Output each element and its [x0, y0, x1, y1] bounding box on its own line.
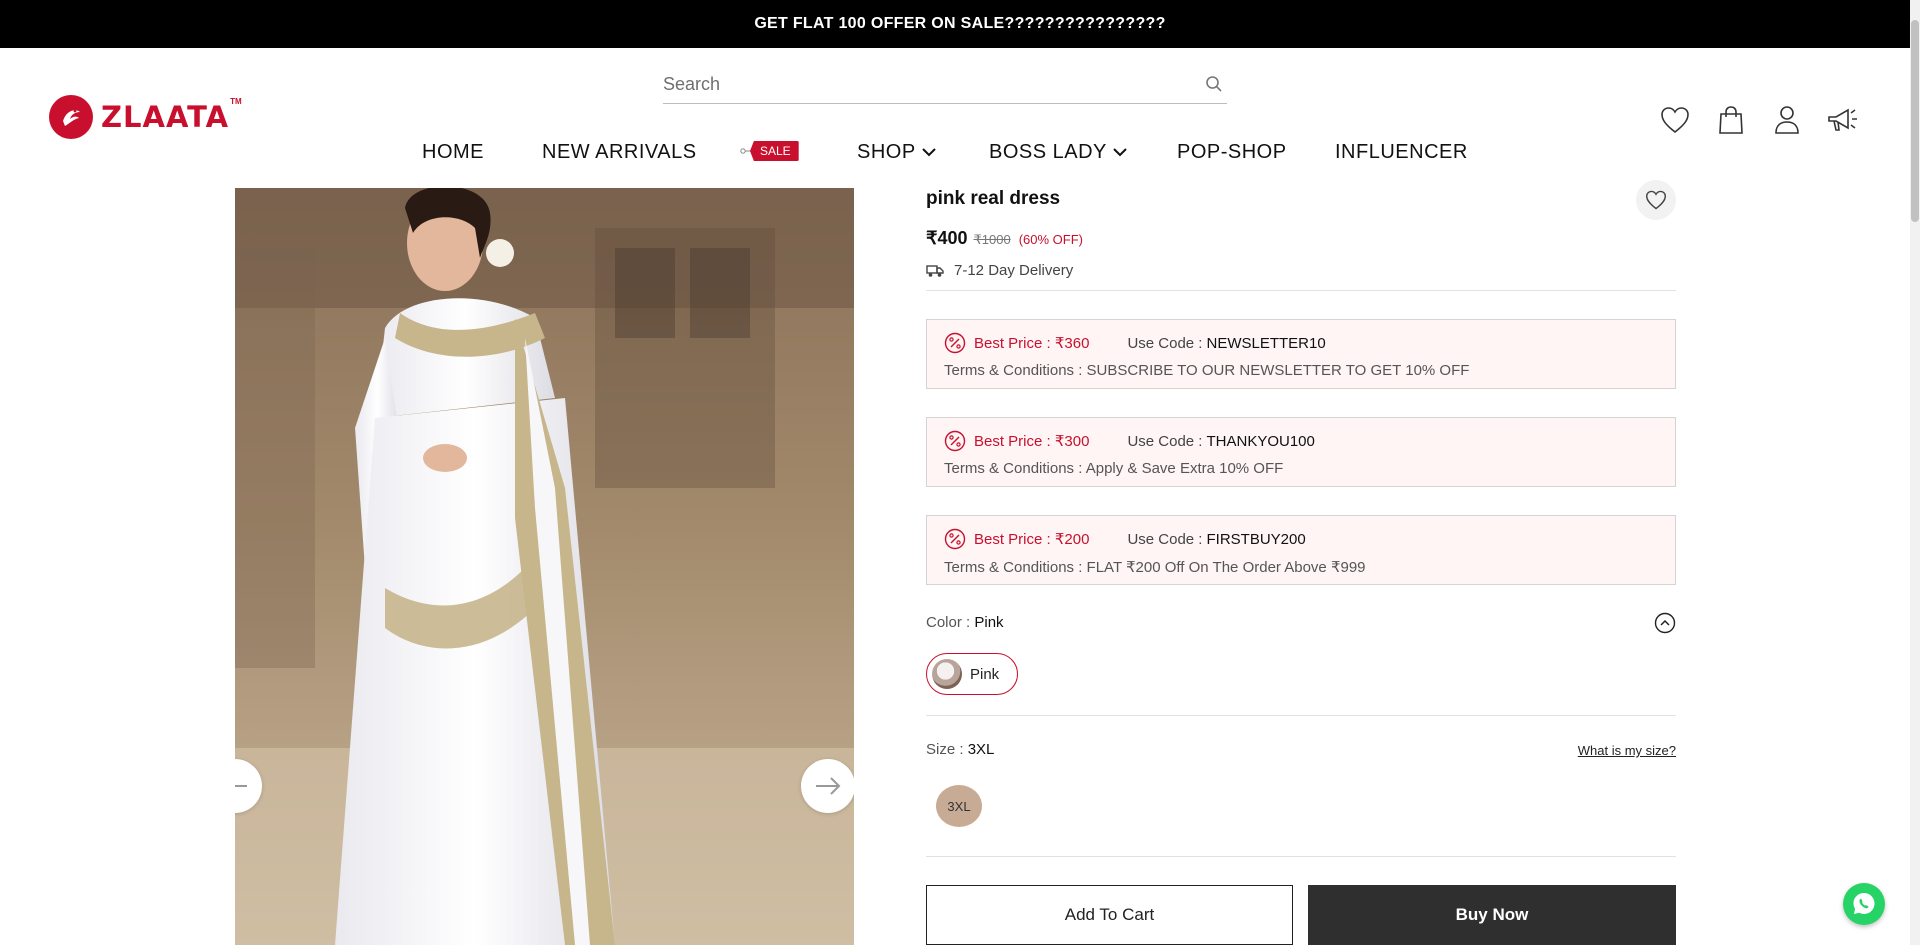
- nav-home-label: HOME: [422, 140, 484, 163]
- announcement-bar: GET FLAT 100 OFFER ON SALE??????????????…: [0, 0, 1920, 48]
- site-header: ZLAATA TM HOME NEW ARRIVALS SALE SHOP BO…: [0, 48, 1920, 188]
- nav-new-arrivals[interactable]: NEW ARRIVALS: [542, 134, 697, 170]
- size-option-3xl[interactable]: 3XL: [936, 785, 982, 827]
- nav-shop-label: SHOP: [857, 140, 916, 163]
- arrow-right-icon: [816, 777, 841, 795]
- nav-home[interactable]: HOME: [422, 134, 484, 170]
- divider: [926, 856, 1676, 857]
- shopping-bag-icon[interactable]: [1713, 102, 1749, 138]
- coupon-card[interactable]: Best Price : ₹360 Use Code : NEWSLETTER1…: [926, 319, 1676, 389]
- nav-influencer[interactable]: INFLUENCER: [1335, 134, 1468, 170]
- sale-badge: SALE: [750, 141, 799, 161]
- coupon-best-price: Best Price : ₹300: [974, 433, 1090, 450]
- product-gallery: [235, 188, 854, 945]
- selected-color: Pink: [974, 614, 1004, 631]
- discount-badge-icon: [944, 430, 966, 452]
- logo-mark-icon: [49, 95, 93, 139]
- coupon-header: Best Price : ₹300 Use Code : THANKYOU100: [944, 430, 1315, 452]
- logo[interactable]: ZLAATA TM: [49, 95, 242, 139]
- nav-sale[interactable]: SALE: [740, 141, 799, 161]
- scrollbar-thumb[interactable]: [1911, 20, 1919, 222]
- coupon-header: Best Price : ₹200 Use Code : FIRSTBUY200: [944, 528, 1306, 550]
- add-to-wishlist-button[interactable]: [1636, 180, 1676, 220]
- megaphone-icon[interactable]: [1825, 102, 1861, 138]
- coupon-best-price: Best Price : ₹200: [974, 531, 1090, 548]
- coupon-code[interactable]: FIRSTBUY200: [1206, 531, 1305, 548]
- announcement-text: GET FLAT 100 OFFER ON SALE??????????????…: [754, 15, 1166, 32]
- add-to-cart-button[interactable]: Add To Cart: [926, 885, 1293, 945]
- wishlist-icon[interactable]: [1657, 102, 1693, 138]
- coupon-best-price: Best Price : ₹360: [974, 335, 1090, 352]
- main-nav: HOME NEW ARRIVALS SALE SHOP BOSS LADY PO…: [0, 134, 1920, 174]
- delivery-truck-icon: [926, 264, 944, 277]
- selected-size: 3XL: [967, 741, 995, 758]
- product-image: [235, 188, 854, 945]
- delivery-info: 7-12 Day Delivery: [926, 262, 1073, 279]
- price-row: ₹400 ₹1000 (60% OFF): [926, 228, 1083, 249]
- divider: [926, 290, 1676, 291]
- search-bar: [663, 67, 1227, 104]
- original-price: ₹1000: [973, 232, 1011, 247]
- page-scrollbar[interactable]: [1910, 0, 1920, 945]
- nav-pop-shop[interactable]: POP-SHOP: [1177, 134, 1287, 170]
- coupon-card[interactable]: Best Price : ₹300 Use Code : THANKYOU100…: [926, 417, 1676, 487]
- chevron-down-icon: [921, 147, 936, 156]
- sale-price: ₹400: [926, 228, 968, 248]
- size-label: Size : 3XL: [926, 741, 994, 758]
- coupon-code-label: Use Code :: [1127, 334, 1203, 352]
- logo-text: ZLAATA: [101, 100, 230, 134]
- chevron-up-circle-icon: [1654, 612, 1676, 634]
- nav-shop[interactable]: SHOP: [857, 134, 936, 170]
- search-icon[interactable]: [1205, 75, 1225, 95]
- color-label-text: Color :: [926, 614, 971, 631]
- nav-boss-lady-label: BOSS LADY: [989, 140, 1107, 163]
- gallery-next-button[interactable]: [801, 759, 854, 813]
- color-swatch-pink[interactable]: Pink: [926, 653, 1018, 695]
- coupon-code-label: Use Code :: [1127, 530, 1203, 548]
- size-guide-link[interactable]: What is my size?: [1578, 743, 1676, 758]
- coupon-terms: Terms & Conditions : SUBSCRIBE TO OUR NE…: [944, 362, 1470, 379]
- coupon-card[interactable]: Best Price : ₹200 Use Code : FIRSTBUY200…: [926, 515, 1676, 585]
- color-swatch-label: Pink: [970, 665, 1000, 683]
- product-title: pink real dress: [926, 188, 1061, 209]
- user-icon[interactable]: [1769, 102, 1805, 138]
- whatsapp-icon: [1853, 893, 1875, 914]
- discount-badge-icon: [944, 528, 966, 550]
- search-input[interactable]: [663, 67, 1183, 101]
- arrow-left-icon: [235, 785, 247, 787]
- heart-icon: [1645, 190, 1667, 210]
- color-swatch-thumbnail: [932, 659, 962, 689]
- buy-now-button[interactable]: Buy Now: [1308, 885, 1676, 945]
- coupon-code-label: Use Code :: [1127, 432, 1203, 450]
- chevron-down-icon: [1113, 147, 1127, 156]
- coupon-terms: Terms & Conditions : FLAT ₹200 Off On Th…: [944, 559, 1366, 576]
- discount-label: (60% OFF): [1018, 232, 1083, 247]
- size-label-text: Size :: [926, 741, 964, 758]
- collapse-color-button[interactable]: [1654, 612, 1676, 634]
- whatsapp-chat-button[interactable]: [1843, 883, 1885, 925]
- delivery-text: 7-12 Day Delivery: [954, 262, 1074, 279]
- discount-badge-icon: [944, 332, 966, 354]
- nav-pop-shop-label: POP-SHOP: [1177, 140, 1287, 163]
- color-label: Color : Pink: [926, 614, 1004, 631]
- coupon-header: Best Price : ₹360 Use Code : NEWSLETTER1…: [944, 332, 1326, 354]
- nav-boss-lady[interactable]: BOSS LADY: [989, 134, 1127, 170]
- coupon-code[interactable]: THANKYOU100: [1206, 433, 1314, 450]
- coupon-code[interactable]: NEWSLETTER10: [1206, 335, 1325, 352]
- divider: [926, 715, 1676, 716]
- logo-trademark: TM: [230, 96, 242, 106]
- coupon-terms: Terms & Conditions : Apply & Save Extra …: [944, 460, 1284, 477]
- nav-new-arrivals-label: NEW ARRIVALS: [542, 140, 697, 163]
- nav-influencer-label: INFLUENCER: [1335, 140, 1468, 163]
